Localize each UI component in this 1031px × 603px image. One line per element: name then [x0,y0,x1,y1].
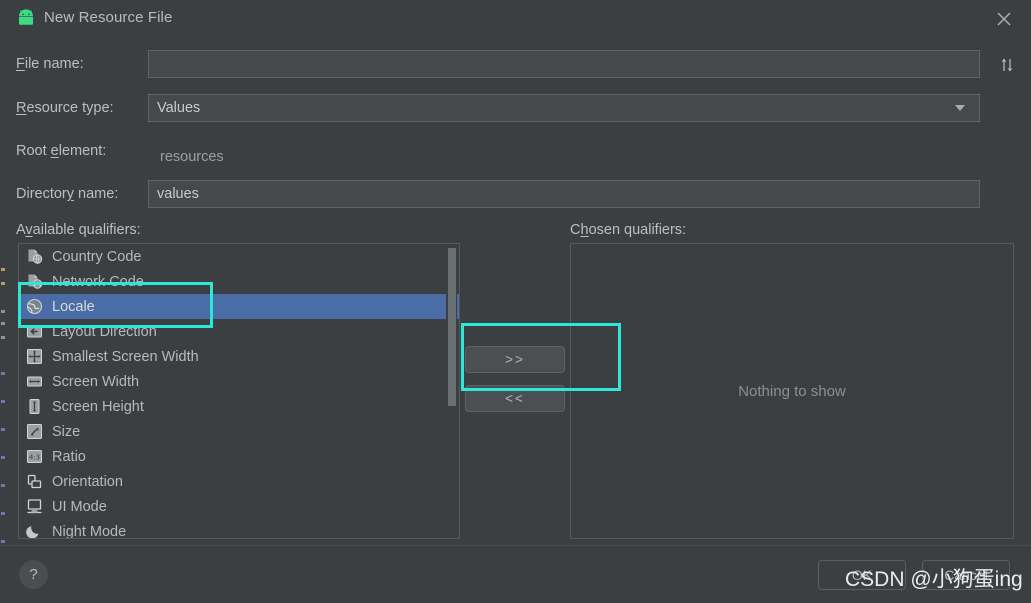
qualifier-list-item-label: Smallest Screen Width [52,348,199,365]
qualifier-list-item-label: Locale [52,298,95,315]
available-list-scrollbar-thumb[interactable] [448,248,456,406]
ok-button[interactable]: OK [818,560,906,590]
title-bar: New Resource File [0,0,1031,37]
resource-type-value: Values [157,100,201,116]
qualifier-list-item[interactable]: Locale [19,294,459,319]
remove-qualifier-button[interactable]: << [465,385,565,412]
qualifier-list-item[interactable]: Orientation [19,469,459,494]
qualifier-list-item-label: Network Code [52,273,144,290]
directory-name-input[interactable]: values [148,180,980,208]
resource-type-label: Resource type: [16,100,114,116]
qualifier-list-item[interactable]: Night Mode [19,519,459,539]
directory-name-label-mnemonic: y [66,186,75,202]
screen-width-icon [26,373,43,390]
directory-name-label-pre: Director [16,186,67,202]
root-element-label-pre: Root [16,143,51,159]
qualifier-list-item[interactable]: Size [19,419,459,444]
qualifier-list-item[interactable]: 4:3 Ratio [19,444,459,469]
qualifier-list-item-label: UI Mode [52,498,107,515]
ok-button-label: OK [851,567,873,583]
screen-height-icon [26,398,43,415]
add-qualifier-button-label: >> [505,352,525,367]
available-label-pre: A [16,222,26,238]
android-robot-icon [16,9,36,27]
chosen-qualifiers-list[interactable]: Nothing to show [570,243,1014,539]
layout-direction-icon [26,323,43,340]
new-resource-file-dialog: New Resource File File name: Resource ty… [0,0,1031,603]
root-element-label-post: lement: [58,143,107,159]
add-qualifier-button[interactable]: >> [465,346,565,373]
available-qualifiers-label: Available qualifiers: [16,222,141,238]
directory-name-label: Directory name: [16,186,118,202]
available-qualifiers-list[interactable]: Country Code Network Code Locale Layout Dir… [18,243,460,539]
available-label-mnemonic: v [25,222,33,238]
qualifier-list-item[interactable]: UI Mode [19,494,459,519]
qualifier-list-item[interactable]: Layout Direction [19,319,459,344]
chosen-label-mnemonic: h [580,222,589,238]
chosen-qualifiers-label: Chosen qualifiers: [570,222,686,238]
network-code-icon [26,273,43,290]
qualifier-list-item-label: Screen Height [52,398,144,415]
directory-name-value: values [157,186,199,202]
svg-text:4:3: 4:3 [29,454,40,462]
qualifier-list-item[interactable]: Network Code [19,269,459,294]
file-name-label-mnemonic: F [16,56,25,72]
available-list-scrollbar[interactable] [446,246,457,538]
ratio-icon: 4:3 [26,448,43,465]
close-icon[interactable] [993,8,1015,30]
chosen-label-post: osen qualifiers: [588,222,687,238]
help-button[interactable]: ? [19,560,48,589]
available-label-post: ailable qualifiers: [32,222,141,238]
ui-mode-icon [26,498,43,515]
root-element-label: Root element: [16,143,106,159]
dialog-footer: ? OK Cancel [0,545,1031,603]
qualifier-list-item[interactable]: Country Code [19,244,459,269]
chevron-down-icon[interactable] [955,105,965,111]
qualifier-list-item-label: Screen Width [52,373,140,390]
qualifier-list-item[interactable]: Screen Width [19,369,459,394]
size-icon [26,423,43,440]
remove-qualifier-button-label: << [505,391,525,406]
root-element-value: resources [160,149,224,165]
cancel-button[interactable]: Cancel [922,560,1010,590]
background-editor-edge-strip [0,0,7,603]
qualifier-list-item-label: Layout Direction [52,323,157,340]
directory-name-label-post: name: [74,186,119,202]
chosen-empty-message: Nothing to show [738,382,846,400]
qualifier-list-item-label: Size [52,423,81,440]
qualifier-list-item[interactable]: Screen Height [19,394,459,419]
file-name-label: File name: [16,56,84,72]
root-element-label-mnemonic: e [50,143,59,159]
chosen-label-pre: C [570,222,581,238]
orientation-icon [26,473,43,490]
qualifier-list-item-label: Night Mode [52,523,127,539]
window-title: New Resource File [44,9,173,26]
qualifier-list-item[interactable]: Smallest Screen Width [19,344,459,369]
locale-globe-icon [26,298,43,315]
swap-vertical-arrows-icon[interactable] [997,55,1017,75]
qualifier-list-item-label: Country Code [52,248,142,265]
resource-type-label-post: esource type: [26,100,114,116]
qualifier-list-item-label: Orientation [52,473,123,490]
help-button-label: ? [29,566,38,583]
smallest-screen-width-icon [26,348,43,365]
file-name-input[interactable] [148,50,980,78]
country-code-icon [26,248,43,265]
file-name-label-post: ile name: [24,56,84,72]
resource-type-label-mnemonic: R [16,100,27,116]
qualifier-list-item-label: Ratio [52,448,86,465]
resource-type-select[interactable]: Values [148,94,980,122]
night-mode-icon [26,523,43,538]
cancel-button-label: Cancel [944,567,988,583]
